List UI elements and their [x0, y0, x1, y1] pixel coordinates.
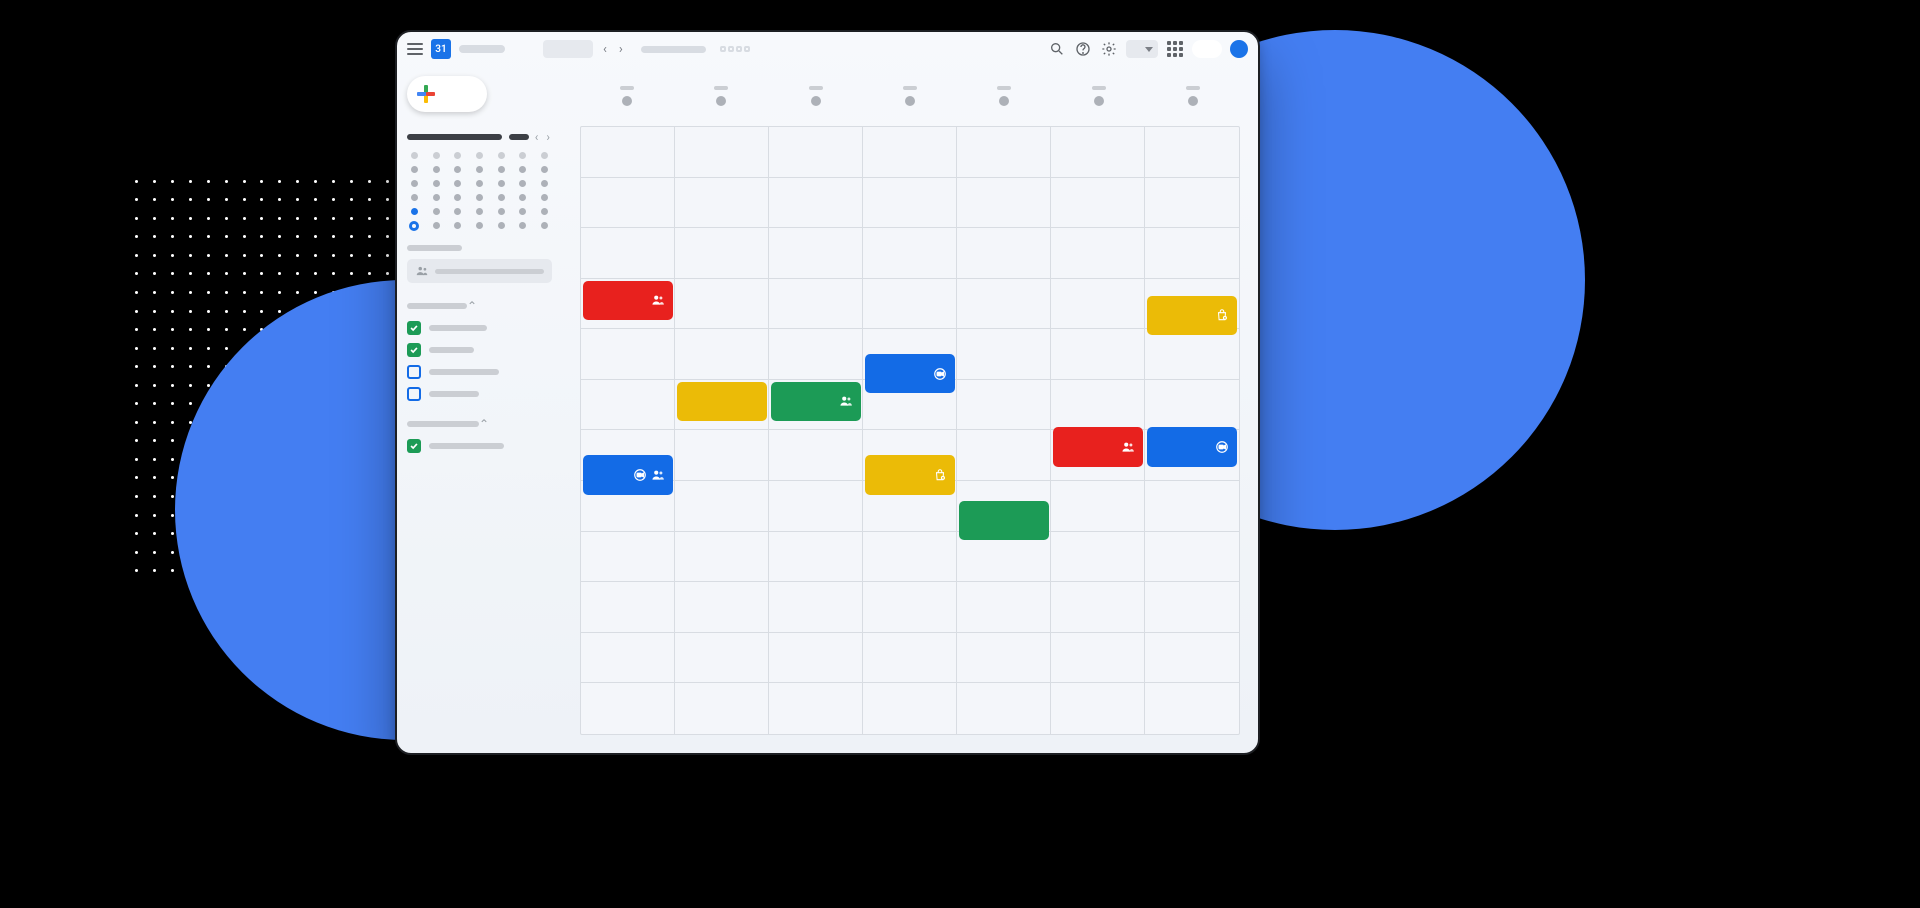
app-title — [459, 45, 505, 53]
mini-calendar-month-label — [407, 134, 502, 140]
view-selector[interactable] — [1126, 40, 1158, 58]
calendar-checkbox[interactable] — [407, 321, 421, 335]
calendar-app-window: 31 ‹ › — [395, 30, 1260, 755]
search-people-input[interactable] — [407, 259, 552, 283]
calendar-event[interactable] — [865, 354, 955, 393]
people-icon — [1121, 440, 1135, 454]
calendar-event[interactable] — [1147, 296, 1237, 335]
sidebar: ‹ › ⌃ ⌃ — [397, 66, 562, 753]
calendar-event[interactable] — [865, 455, 955, 494]
chevron-up-icon: ⌃ — [479, 417, 489, 431]
calendar-event[interactable] — [677, 382, 767, 421]
mini-calendar[interactable]: ‹ › — [407, 130, 552, 231]
day-header[interactable] — [1146, 86, 1240, 106]
other-calendars-list — [407, 439, 552, 453]
current-period-label — [641, 46, 706, 53]
video-icon — [633, 468, 647, 482]
calendar-event[interactable] — [1147, 427, 1237, 466]
calendar-label — [429, 369, 499, 375]
calendar-item[interactable] — [407, 365, 552, 379]
calendar-label — [429, 325, 487, 331]
create-button[interactable] — [407, 76, 487, 112]
day-headers — [580, 66, 1240, 126]
day-header[interactable] — [580, 86, 674, 106]
prev-period-button[interactable]: ‹ — [601, 42, 609, 57]
search-people-label — [407, 245, 462, 251]
people-icon — [651, 293, 665, 307]
calendar-item[interactable] — [407, 387, 552, 401]
week-indicator — [720, 46, 750, 52]
bag-icon — [933, 468, 947, 482]
my-calendars-header[interactable]: ⌃ — [407, 299, 552, 313]
mini-calendar-next[interactable]: › — [544, 130, 552, 144]
help-icon[interactable] — [1074, 40, 1092, 58]
plus-icon — [417, 85, 435, 103]
calendar-main — [562, 66, 1258, 753]
calendar-item[interactable] — [407, 321, 552, 335]
calendar-label — [429, 443, 504, 449]
chevron-up-icon: ⌃ — [467, 299, 477, 313]
apps-icon[interactable] — [1166, 40, 1184, 58]
mini-calendar-year-label — [509, 134, 529, 140]
people-icon — [651, 468, 665, 482]
calendar-checkbox[interactable] — [407, 343, 421, 357]
video-icon — [933, 367, 947, 381]
calendar-event[interactable] — [771, 382, 861, 421]
menu-icon[interactable] — [407, 43, 423, 55]
other-calendars-header[interactable]: ⌃ — [407, 417, 552, 431]
day-header[interactable] — [957, 86, 1051, 106]
topbar: 31 ‹ › — [397, 32, 1258, 66]
mini-calendar-prev[interactable]: ‹ — [533, 130, 541, 144]
calendar-event[interactable] — [1053, 427, 1143, 466]
video-icon — [1215, 440, 1229, 454]
calendar-label — [429, 391, 479, 397]
day-header[interactable] — [769, 86, 863, 106]
day-header[interactable] — [863, 86, 957, 106]
calendar-grid[interactable] — [580, 126, 1240, 735]
my-calendars-list — [407, 321, 552, 401]
settings-icon[interactable] — [1100, 40, 1118, 58]
calendar-label — [429, 347, 474, 353]
user-avatar[interactable] — [1230, 40, 1248, 58]
calendar-event[interactable] — [583, 455, 673, 494]
calendar-event[interactable] — [583, 281, 673, 320]
people-icon — [415, 264, 429, 278]
day-header[interactable] — [1051, 86, 1145, 106]
calendar-event[interactable] — [959, 501, 1049, 540]
today-button[interactable] — [543, 40, 593, 58]
bag-icon — [1215, 308, 1229, 322]
calendar-item[interactable] — [407, 439, 552, 453]
calendar-checkbox[interactable] — [407, 365, 421, 379]
search-icon[interactable] — [1048, 40, 1066, 58]
account-switcher[interactable] — [1192, 40, 1222, 58]
calendar-checkbox[interactable] — [407, 439, 421, 453]
day-header[interactable] — [674, 86, 768, 106]
calendar-item[interactable] — [407, 343, 552, 357]
next-period-button[interactable]: › — [617, 42, 625, 57]
people-icon — [839, 394, 853, 408]
calendar-checkbox[interactable] — [407, 387, 421, 401]
calendar-logo[interactable]: 31 — [431, 39, 451, 59]
